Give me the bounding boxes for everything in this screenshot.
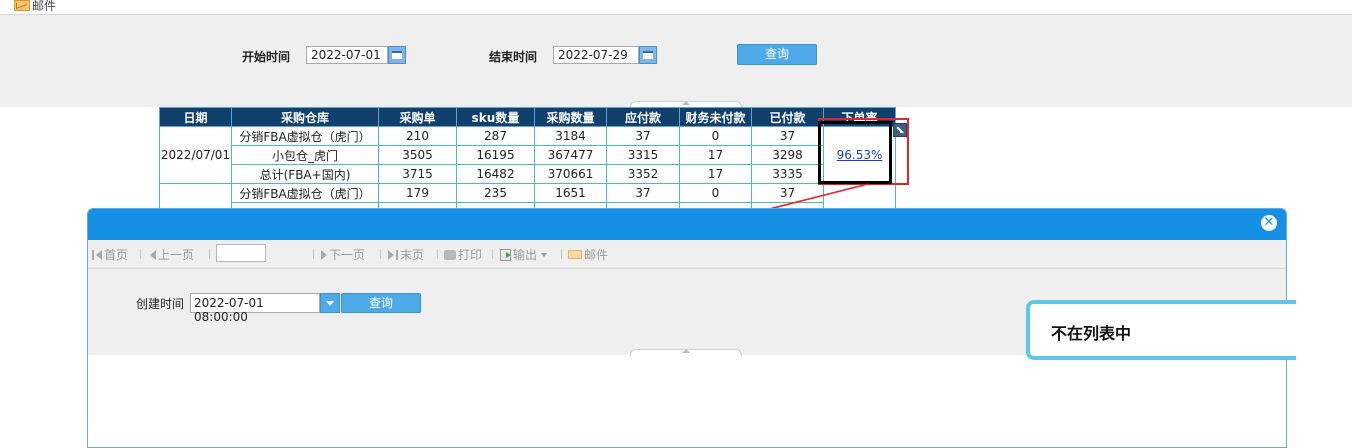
callout-box: 不在列表中 xyxy=(1026,300,1296,360)
last-page-label: 末页 xyxy=(400,248,425,262)
prev-page-icon xyxy=(150,249,156,260)
last-page-button[interactable]: 末页 xyxy=(388,246,424,263)
mail-icon xyxy=(568,250,582,259)
toolbar-divider xyxy=(140,249,141,259)
export-label: 输出 xyxy=(513,248,538,262)
popup-query-button[interactable]: 查询 xyxy=(341,293,421,313)
mail-label: 邮件 xyxy=(584,248,609,262)
last-page-icon xyxy=(388,249,394,260)
toolbar-divider xyxy=(209,249,210,259)
chevron-down-icon xyxy=(326,301,334,306)
first-page-label: 首页 xyxy=(104,248,129,262)
print-button[interactable]: 打印 xyxy=(444,246,482,263)
export-icon xyxy=(500,248,511,261)
created-time-input[interactable]: 2022-07-01 08:00:00 xyxy=(190,293,320,324)
popup-header: ✕ xyxy=(88,209,1286,240)
next-page-label: 下一页 xyxy=(329,248,366,262)
printer-icon xyxy=(444,249,456,260)
page-number-input[interactable] xyxy=(216,244,266,262)
toolbar-divider xyxy=(492,249,493,259)
collapse-up-icon xyxy=(682,349,690,353)
created-time-dropdown[interactable] xyxy=(320,293,340,313)
callout-text: 不在列表中 xyxy=(1051,324,1132,343)
next-page-icon xyxy=(321,249,327,260)
toolbar-divider xyxy=(380,249,381,259)
mail-button[interactable]: 邮件 xyxy=(568,246,608,263)
export-button[interactable]: 输出 xyxy=(500,246,548,263)
next-page-button[interactable]: 下一页 xyxy=(321,246,365,263)
chevron-down-icon xyxy=(541,252,548,257)
created-time-label: 创建时间 xyxy=(136,297,185,311)
first-page-button[interactable]: 首页 xyxy=(92,246,128,263)
print-label: 打印 xyxy=(458,248,483,262)
toolbar-divider xyxy=(561,249,562,259)
toolbar-divider xyxy=(313,249,314,259)
toolbar-divider xyxy=(437,249,438,259)
close-icon[interactable]: ✕ xyxy=(1261,215,1277,231)
prev-page-label: 上一页 xyxy=(158,248,195,262)
prev-page-button[interactable]: 上一页 xyxy=(150,246,194,263)
pager-toolbar: 首页 上一页 下一页 末页 打印 输出 邮件 xyxy=(88,240,1286,269)
first-page-icon xyxy=(92,249,94,260)
popup-collapse-tab[interactable] xyxy=(630,349,742,356)
